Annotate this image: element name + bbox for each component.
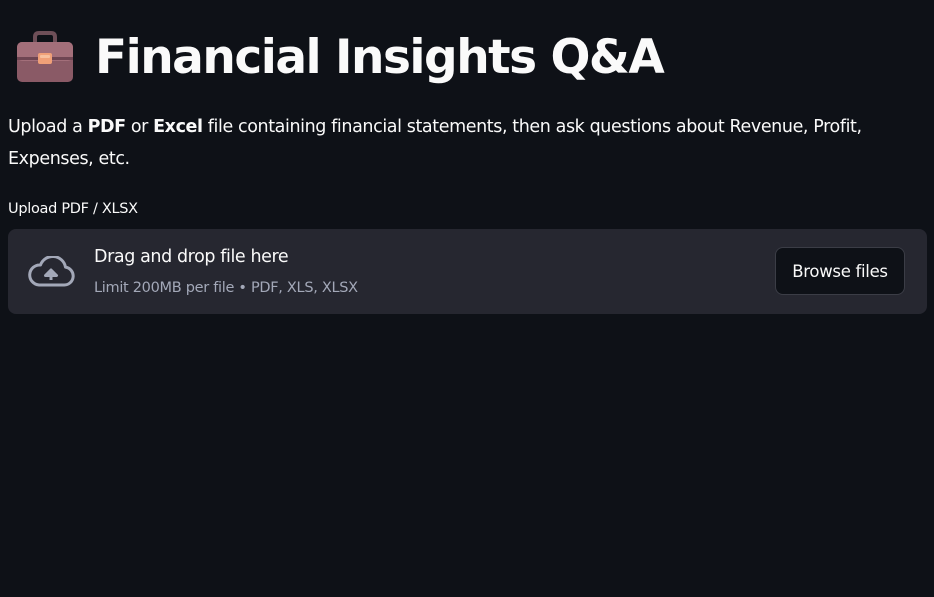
dropzone-limit-text: Limit 200MB per file • PDF, XLS, XLSX: [94, 280, 358, 296]
browse-files-button[interactable]: Browse files: [775, 247, 905, 295]
cloud-upload-icon: [28, 256, 75, 287]
file-dropzone[interactable]: Drag and drop file here Limit 200MB per …: [8, 229, 927, 314]
excel-emphasis: Excel: [153, 117, 203, 137]
page-title: Financial Insights Q&A: [95, 29, 665, 85]
briefcase-icon: [17, 31, 73, 82]
dropzone-instructions: Drag and drop file here: [94, 247, 289, 267]
intro-text: Upload a PDF or Excel file containing fi…: [8, 117, 862, 169]
page-header: Financial Insights Q&A: [15, 24, 665, 90]
pdf-emphasis: PDF: [87, 117, 127, 137]
file-uploader-label: Upload PDF / XLSX: [8, 201, 138, 217]
